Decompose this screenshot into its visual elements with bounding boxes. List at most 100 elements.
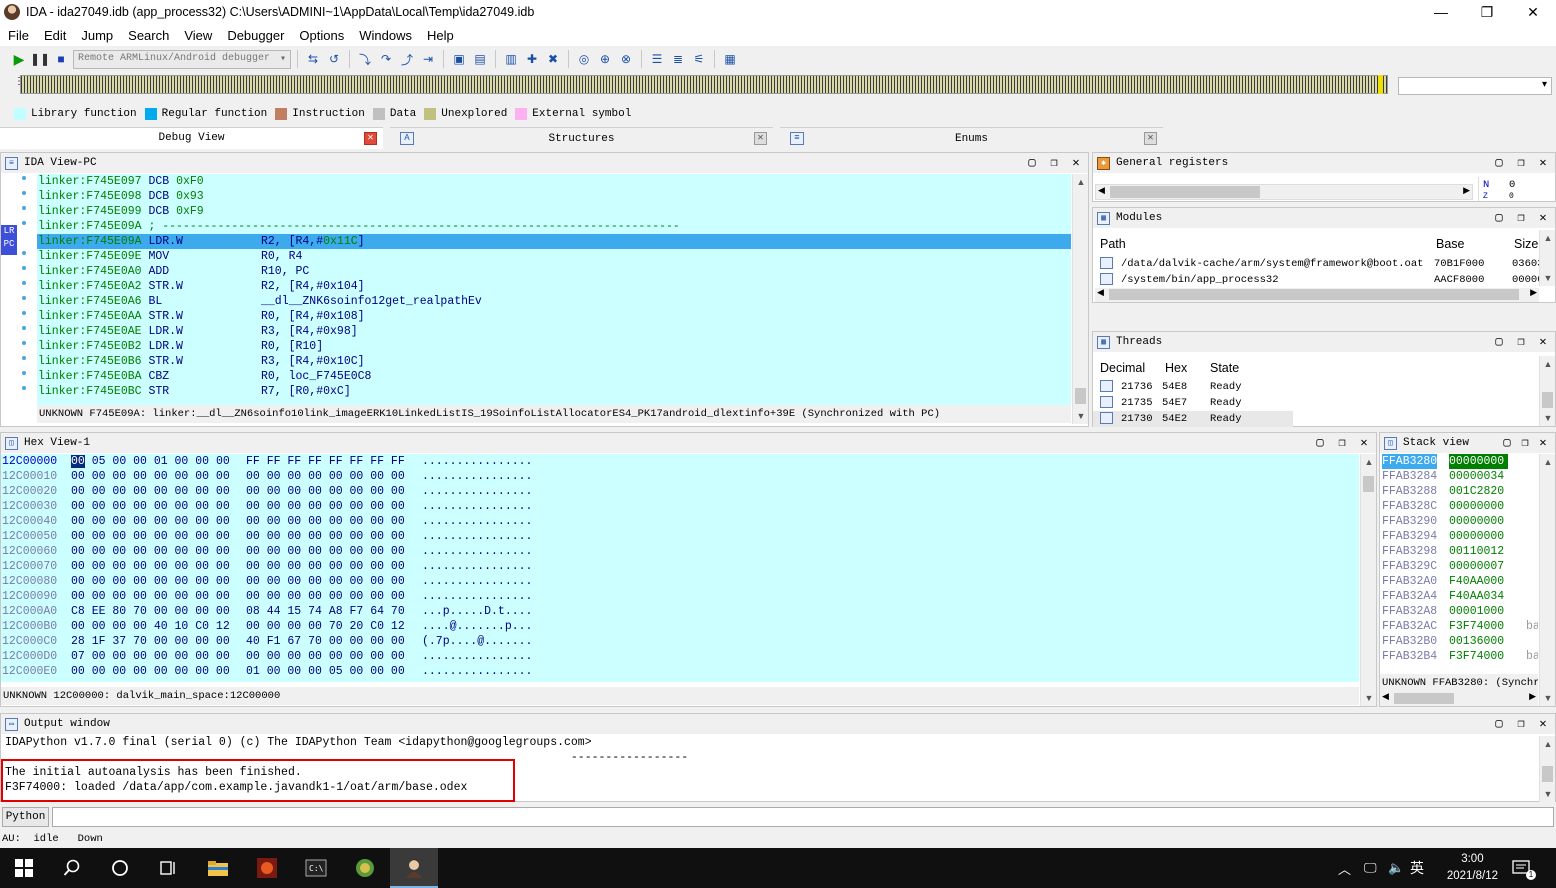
panel-maximize-icon[interactable]: ▢	[1493, 155, 1505, 170]
panel-close-icon[interactable]: ✕	[1537, 334, 1549, 349]
tray-chevron-icon[interactable]: ︿	[1338, 848, 1351, 888]
minimize-button[interactable]: —	[1418, 0, 1464, 24]
panel-close-icon[interactable]: ✕	[1537, 435, 1549, 450]
threads-scrollbar[interactable]: ▲ ▼	[1539, 356, 1555, 426]
disasm-line[interactable]: linker:F745E0A0 ADD R10, PC	[37, 264, 1071, 279]
close-tab-icon[interactable]: ✕	[754, 132, 767, 145]
stack-row[interactable]: FFAB3298 00110012	[1380, 544, 1538, 559]
detach-process-icon[interactable]: ↺	[325, 50, 343, 68]
disasm-line[interactable]: linker:F745E09A ; ----------------------…	[37, 219, 1071, 234]
hex-row[interactable]: 12C000E0 00 00 00 00 00 00 00 00 01 00 00 …	[1, 664, 1359, 679]
hex-row[interactable]: 12C000B0 00 00 00 00 40 10 C0 12 00 00 00 …	[1, 619, 1359, 634]
tab-enums[interactable]: ≡ Enums ✕	[780, 127, 1163, 149]
disasm-line[interactable]: linker:F745E09E MOV R0, R4	[37, 249, 1071, 264]
hex-row[interactable]: 12C00030 00 00 00 00 00 00 00 00 00 00 00 …	[1, 499, 1359, 514]
disasm-line[interactable]: linker:F745E0A6 BL __dl__ZNK6soinfo12get_…	[37, 294, 1071, 309]
delete-watch-icon[interactable]: ⊗	[617, 50, 635, 68]
hex-view-scrollbar[interactable]: ▲ ▼	[1360, 454, 1376, 706]
refresh-memory-icon[interactable]: ▤	[471, 50, 489, 68]
attach-process-icon[interactable]: ⇆	[304, 50, 322, 68]
menu-jump[interactable]: Jump	[77, 28, 117, 43]
stack-listing[interactable]: FFAB3280 00000000 FFAB3284 00000034 FFAB3288…	[1380, 454, 1538, 674]
stack-row[interactable]: FFAB32A8 00001000	[1380, 604, 1538, 619]
step-over-icon[interactable]: ↷	[377, 50, 395, 68]
disasm-line[interactable]: linker:F745E0A2 STR.W R2, [R4,#0x104]	[37, 279, 1071, 294]
disasm-line[interactable]: linker:F745E0BC STR R7, [R0,#0xC]	[37, 384, 1071, 399]
clock[interactable]: 3:00 2021/8/12	[1447, 851, 1498, 885]
modules-hscroll[interactable]: ◀ ▶	[1095, 287, 1539, 302]
thread-row[interactable]: 21730 54E2 Ready	[1093, 411, 1293, 427]
hex-row[interactable]: 12C00010 00 00 00 00 00 00 00 00 00 00 00 …	[1, 469, 1359, 484]
step-out-icon[interactable]: ⤴	[398, 50, 416, 68]
hex-row[interactable]: 12C00060 00 00 00 00 00 00 00 00 00 00 00 …	[1, 544, 1359, 559]
show-pc-icon[interactable]: ▣	[450, 50, 468, 68]
hex-row[interactable]: 12C00070 00 00 00 00 00 00 00 00 00 00 00 …	[1, 559, 1359, 574]
stack-row[interactable]: FFAB3294 00000000	[1380, 529, 1538, 544]
terminal-icon[interactable]: C:\	[292, 848, 340, 888]
hex-row[interactable]: 12C00000 00 05 00 00 01 00 00 00 FF FF FF …	[1, 454, 1359, 469]
windows-start-icon[interactable]	[0, 848, 48, 888]
volume-icon[interactable]: 🔈	[1388, 848, 1404, 888]
close-tab-icon[interactable]: ✕	[364, 132, 377, 145]
stack-row[interactable]: FFAB3280 00000000	[1380, 454, 1538, 469]
panel-close-icon[interactable]: ✕	[1537, 716, 1549, 731]
module-row[interactable]: /system/bin/app_process32 AACF8000 00000	[1093, 272, 1544, 288]
hex-dump[interactable]: 12C00000 00 05 00 00 01 00 00 00 FF FF FF …	[1, 454, 1359, 682]
trace-window-icon[interactable]: ☰	[648, 50, 666, 68]
disasm-line[interactable]: linker:F745E099 DCB 0xF9	[37, 204, 1071, 219]
disasm-line[interactable]: linker:F745E0B6 STR.W R3, [R4,#0x10C]	[37, 354, 1071, 369]
disasm-line[interactable]: linker:F745E0AA STR.W R0, [R4,#0x108]	[37, 309, 1071, 324]
menu-windows[interactable]: Windows	[355, 28, 416, 43]
stack-row[interactable]: FFAB329C 00000007	[1380, 559, 1538, 574]
task-view-icon[interactable]	[144, 848, 192, 888]
stack-row[interactable]: FFAB3290 00000000	[1380, 514, 1538, 529]
output-text[interactable]: IDAPython v1.7.0 final (serial 0) (c) Th…	[1, 735, 1539, 802]
ida-app-icon[interactable]	[243, 848, 291, 888]
stack-row[interactable]: FFAB32B0 00136000	[1380, 634, 1538, 649]
step-into-icon[interactable]: ⤵	[356, 50, 374, 68]
output-scrollbar[interactable]: ▲ ▼	[1539, 736, 1555, 802]
panel-maximize-icon[interactable]: ▢	[1501, 435, 1513, 450]
stack-row[interactable]: FFAB32ACF3F74000bas	[1380, 619, 1538, 634]
panel-maximize-icon[interactable]: ▢	[1493, 716, 1505, 731]
stack-row[interactable]: FFAB32A0 F40AA000	[1380, 574, 1538, 589]
instruction-tracing-icon[interactable]: ≣	[669, 50, 687, 68]
navigation-band-bar[interactable]	[20, 75, 1388, 94]
debugger-select[interactable]: Remote ARMLinux/Android debugger	[73, 49, 291, 69]
close-tab-icon[interactable]: ✕	[1144, 132, 1157, 145]
panel-float-icon[interactable]: ❐	[1515, 716, 1527, 731]
file-explorer-icon[interactable]	[194, 848, 242, 888]
stack-row[interactable]: FFAB328C 00000000	[1380, 499, 1538, 514]
module-row[interactable]: /data/dalvik-cache/arm/system@framework@…	[1093, 256, 1544, 272]
menu-edit[interactable]: Edit	[40, 28, 70, 43]
panel-maximize-icon[interactable]: ▢	[1493, 210, 1505, 225]
hex-row[interactable]: 12C000C0 28 1F 37 70 00 00 00 00 40 F1 67 …	[1, 634, 1359, 649]
hex-row[interactable]: 12C00080 00 00 00 00 00 00 00 00 00 00 00 …	[1, 574, 1359, 589]
disasm-line[interactable]: linker:F745E0B2 LDR.W R0, [R10]	[37, 339, 1071, 354]
menu-options[interactable]: Options	[295, 28, 348, 43]
panel-float-icon[interactable]: ❐	[1336, 435, 1348, 450]
navigation-combo[interactable]	[1398, 77, 1552, 95]
panel-close-icon[interactable]: ✕	[1358, 435, 1370, 450]
delete-breakpoint-icon[interactable]: ✖	[544, 50, 562, 68]
thread-row[interactable]: 21736 54E8 Ready	[1093, 379, 1293, 395]
python-button[interactable]: Python	[2, 807, 49, 827]
pause-process-icon[interactable]: ❚❚	[30, 50, 50, 68]
cortana-icon[interactable]	[96, 848, 144, 888]
tab-structures[interactable]: A Structures ✕	[390, 127, 773, 149]
panel-maximize-icon[interactable]: ▢	[1026, 155, 1038, 170]
panel-float-icon[interactable]: ❐	[1515, 155, 1527, 170]
panel-float-icon[interactable]: ❐	[1515, 334, 1527, 349]
stack-row[interactable]: FFAB32A4 F40AA034	[1380, 589, 1538, 604]
browser-icon[interactable]	[341, 848, 389, 888]
hex-row[interactable]: 12C00090 00 00 00 00 00 00 00 00 00 00 00 …	[1, 589, 1359, 604]
stack-row[interactable]: FFAB3284 00000034	[1380, 469, 1538, 484]
stack-scrollbar[interactable]: ▲ ▼	[1539, 454, 1555, 706]
stack-hscroll[interactable]: ◀ ▶	[1380, 691, 1538, 706]
panel-float-icon[interactable]: ❐	[1515, 210, 1527, 225]
menu-debugger[interactable]: Debugger	[223, 28, 288, 43]
network-icon[interactable]: 🖵	[1364, 848, 1377, 888]
column-size[interactable]: Size	[1514, 237, 1538, 251]
disasm-line[interactable]: linker:F745E09A LDR.W R2, [R4,#0x11C]	[37, 234, 1071, 249]
tracing-options-icon[interactable]: ▦	[721, 50, 739, 68]
